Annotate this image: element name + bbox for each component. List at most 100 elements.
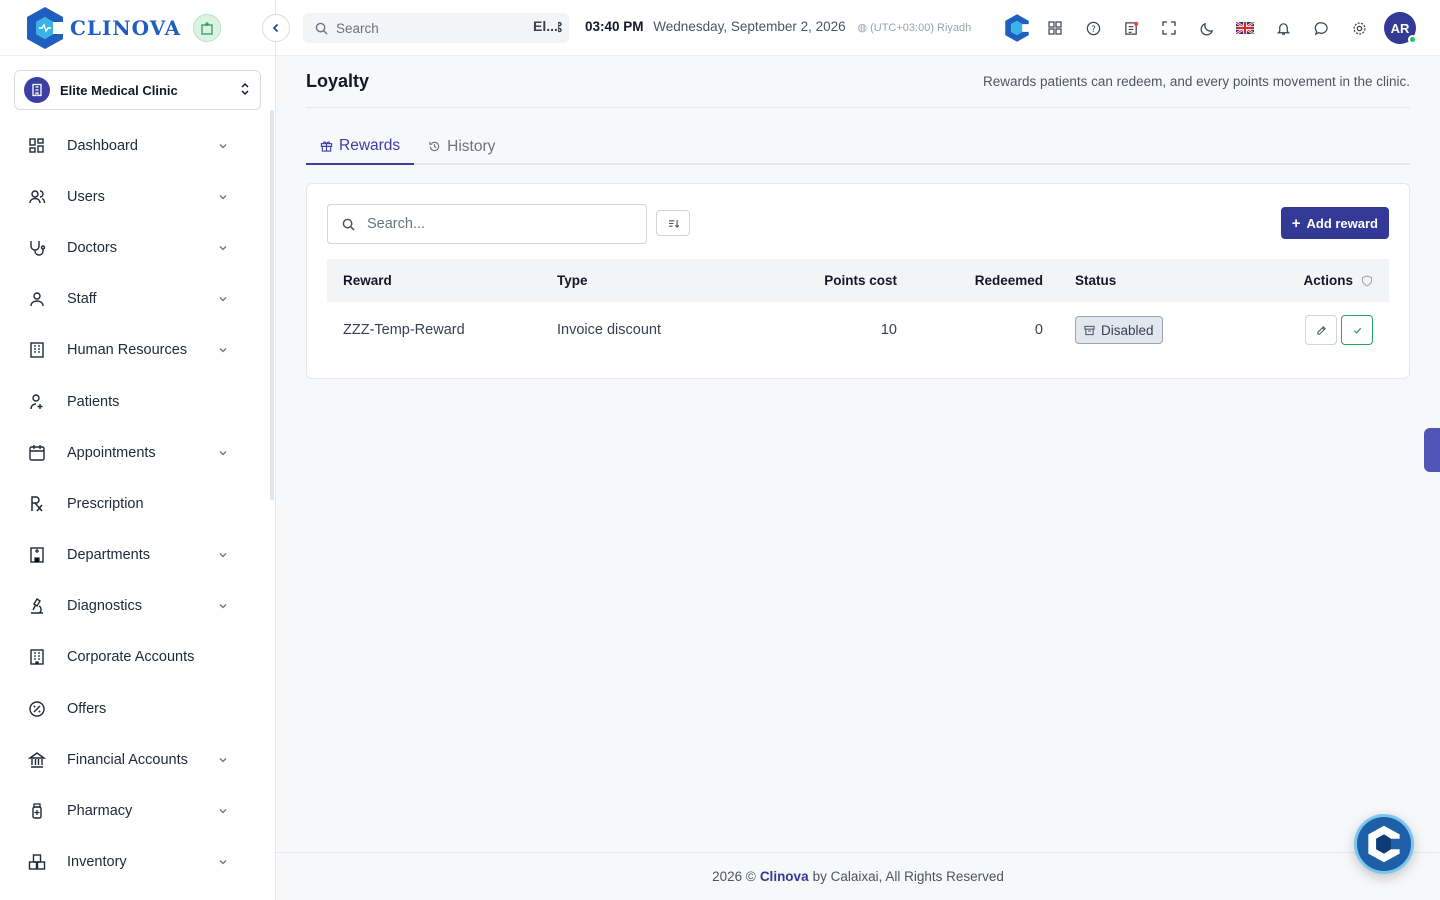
page-description: Rewards patients can redeem, and every p… [983, 74, 1410, 89]
sidebar-item-patients[interactable]: Patients [0, 376, 268, 427]
collapse-sidebar-button[interactable] [262, 14, 290, 42]
cell-actions [1243, 315, 1389, 345]
uk-flag-icon[interactable] [1226, 12, 1264, 44]
col-reward[interactable]: Reward [327, 273, 557, 288]
reports-icon[interactable] [1112, 12, 1150, 44]
sort-icon [668, 219, 679, 228]
pharmacy-icon [28, 802, 46, 820]
building-icon [28, 341, 46, 359]
sidebar-item-inventory[interactable]: Inventory [0, 837, 268, 888]
col-actions-label: Actions [1303, 273, 1353, 288]
sort-button[interactable] [656, 210, 690, 236]
patient-icon [28, 393, 46, 411]
sidebar-item-label: Financial Accounts [67, 751, 188, 768]
edit-button[interactable] [1305, 315, 1337, 345]
timezone-label: (UTC+03:00) Riyadh [870, 22, 972, 34]
chevron-down-icon [219, 809, 227, 814]
online-status-dot [1408, 35, 1417, 44]
sidebar-item-label: Patients [67, 393, 120, 410]
clock: 03:40 PM Wednesday, September 2, 2026 ◍ … [585, 19, 971, 34]
app-logo-icon[interactable] [998, 12, 1036, 44]
history-icon [429, 141, 440, 152]
footer-brand-link[interactable]: Clinova [760, 869, 809, 884]
sidebar-item-label: Inventory [67, 854, 127, 871]
sidebar-item-label: Diagnostics [67, 598, 142, 615]
chevron-left-icon [272, 23, 279, 33]
microscope-icon [28, 597, 46, 615]
logo-row: CLINOVA [0, 0, 275, 56]
sidebar-item-users[interactable]: Users [0, 171, 268, 222]
settings-gear-icon[interactable] [1340, 12, 1378, 44]
add-reward-button[interactable]: + Add reward [1280, 207, 1389, 239]
tab-rewards[interactable]: Rewards [306, 128, 415, 165]
cell-type: Invoice discount [557, 322, 661, 338]
chevron-down-icon [219, 246, 227, 251]
rewards-search-input[interactable]: Search... [327, 204, 647, 244]
check-icon [1353, 327, 1361, 334]
current-date: Wednesday, September 2, 2026 [653, 19, 846, 34]
chevron-down-icon [219, 348, 227, 353]
side-drawer-tab[interactable] [1424, 428, 1440, 472]
sidebar-item-departments[interactable]: Departments [0, 530, 268, 581]
sidebar-item-label: Corporate Accounts [67, 649, 195, 666]
sidebar-item-staff[interactable]: Staff [0, 274, 268, 325]
tab-history[interactable]: History [414, 128, 509, 165]
user-avatar[interactable]: AR [1384, 12, 1417, 44]
edit-icon [1316, 325, 1326, 335]
col-redeemed[interactable]: Redeemed [897, 273, 1043, 288]
clinic-selector[interactable]: Elite Medical Clinic [14, 70, 261, 110]
sidebar-item-human-resources[interactable]: Human Resources [0, 325, 268, 376]
sidebar-item-offers[interactable]: Offers [0, 683, 268, 734]
sidebar-item-label: Human Resources [67, 342, 188, 359]
enable-button[interactable] [1341, 315, 1373, 345]
chevron-down-icon [219, 194, 227, 200]
sidebar-item-label: Departments [67, 547, 151, 564]
cell-redeemed: 0 [1034, 322, 1043, 338]
table-header: Reward Type Points cost Redeemed Status … [327, 259, 1389, 302]
sidebar-item-pharmacy[interactable]: Pharmacy [0, 785, 268, 836]
corporate-icon [28, 648, 46, 666]
col-points-cost[interactable]: Points cost [757, 273, 897, 288]
footer-rights: by Calaixai, All Rights Reserved [812, 869, 1004, 884]
sidebar-item-corporate-accounts[interactable]: Corporate Accounts [0, 632, 268, 683]
apps-grid-icon[interactable] [1036, 12, 1074, 44]
hospital-badge-icon[interactable] [193, 13, 222, 42]
tabs: Rewards History [306, 128, 1410, 165]
topbar: Search ⌘ El... 03:40 PM Wednesday, Septe… [262, 0, 1440, 56]
chat-icon[interactable] [1302, 12, 1340, 44]
footer: 2026 © Clinova by Calaixai, All Rights R… [276, 852, 1440, 900]
dark-mode-icon[interactable] [1188, 12, 1226, 44]
department-icon [28, 546, 46, 564]
clinova-logo-icon[interactable] [24, 5, 66, 51]
sidebar-item-prescription[interactable]: Prescription [0, 478, 268, 529]
timezone: ◍ (UTC+03:00) Riyadh [857, 22, 972, 34]
clinic-icon [24, 77, 50, 103]
table-row[interactable]: ZZZ-Temp-Reward Invoice discount 10 0 Di… [327, 302, 1389, 358]
sidebar-item-dashboard[interactable]: Dashboard [0, 120, 268, 171]
notifications-bell-icon[interactable] [1264, 12, 1302, 44]
users-icon [28, 188, 46, 206]
help-icon[interactable]: ? [1074, 12, 1112, 44]
footer-copyright: 2026 © [712, 869, 756, 884]
assistant-fab-button[interactable] [1354, 814, 1414, 874]
page-header: Loyalty Rewards patients can redeem, and… [306, 56, 1410, 108]
sidebar-item-financial-accounts[interactable]: Financial Accounts [0, 734, 268, 785]
search-icon [342, 218, 355, 231]
global-search[interactable]: Search ⌘ [303, 13, 569, 43]
sidebar: CLINOVA Elite Medical Clinic Dashboard Us… [0, 0, 276, 900]
calendar-icon [28, 444, 46, 462]
cell-status: Disabled [1043, 316, 1243, 344]
sidebar-scrollbar[interactable] [270, 110, 274, 500]
bank-icon [28, 751, 46, 769]
sidebar-item-appointments[interactable]: Appointments [0, 427, 268, 478]
assistant-logo-icon [1368, 825, 1400, 863]
col-type[interactable]: Type [557, 273, 757, 288]
sidebar-item-diagnostics[interactable]: Diagnostics [0, 581, 268, 632]
fullscreen-icon[interactable] [1150, 12, 1188, 44]
col-status[interactable]: Status [1043, 273, 1243, 288]
sidebar-nav: Dashboard Users Doctors Staff Human Resource… [0, 120, 268, 888]
tab-rewards-label: Rewards [339, 136, 401, 154]
sidebar-item-label: Prescription [67, 495, 144, 512]
rewards-card: Search... + Add reward Reward Type Point… [306, 183, 1410, 379]
sidebar-item-doctors[interactable]: Doctors [0, 222, 268, 273]
